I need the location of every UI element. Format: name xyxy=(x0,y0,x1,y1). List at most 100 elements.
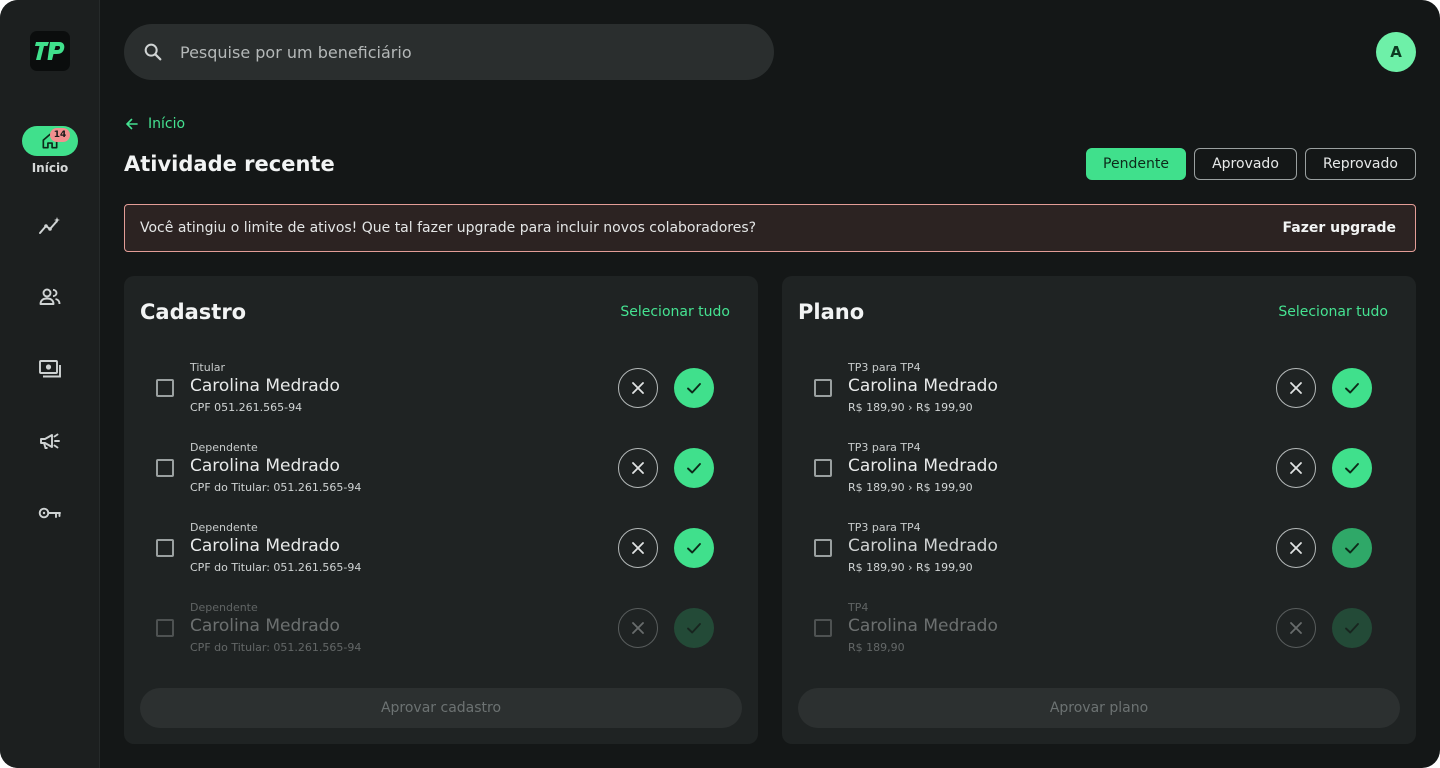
users-icon xyxy=(39,288,61,305)
upgrade-button[interactable]: Fazer upgrade xyxy=(1283,220,1397,236)
approve-button[interactable] xyxy=(1332,528,1372,568)
check-icon xyxy=(1345,463,1359,474)
row-type-label: TP3 para TP4 xyxy=(848,521,921,534)
cadastro-title: Cadastro xyxy=(140,300,247,324)
approve-button[interactable] xyxy=(674,608,714,648)
close-icon xyxy=(632,622,644,634)
payments-icon xyxy=(39,360,61,378)
sidebar-item-users[interactable] xyxy=(36,283,64,311)
sidebar-item-payments[interactable] xyxy=(36,355,64,383)
upgrade-banner: Você atingiu o limite de ativos! Que tal… xyxy=(124,204,1416,252)
row-name: Carolina Medrado xyxy=(190,616,340,636)
approve-plano-button[interactable]: Aprovar plano xyxy=(798,688,1400,728)
cadastro-select-all[interactable]: Selecionar tudo xyxy=(620,304,730,320)
approve-button[interactable] xyxy=(674,368,714,408)
plano-card: Plano Selecionar tudo TP3 para TP4 Carol… xyxy=(782,276,1416,744)
megaphone-icon xyxy=(40,433,60,449)
filter-approved-button[interactable]: Aprovado xyxy=(1194,148,1297,180)
logo[interactable] xyxy=(30,31,70,71)
sidebar: 14 Início xyxy=(0,0,100,768)
row-checkbox[interactable] xyxy=(156,379,174,397)
avatar[interactable]: A xyxy=(1376,32,1416,72)
plano-row: TP3 para TP4 Carolina Medrado R$ 189,90 … xyxy=(782,355,1416,435)
close-icon xyxy=(632,462,644,474)
row-checkbox[interactable] xyxy=(814,379,832,397)
notification-badge: 14 xyxy=(50,128,70,142)
row-type-label: Dependente xyxy=(190,521,258,534)
close-icon xyxy=(1290,542,1302,554)
arrow-left-icon xyxy=(126,118,138,130)
approve-button[interactable] xyxy=(1332,608,1372,648)
row-detail: CPF do Titular: 051.261.565-94 xyxy=(190,641,362,654)
plano-title: Plano xyxy=(798,300,865,324)
row-name: Carolina Medrado xyxy=(848,376,998,396)
plano-row: TP4 Carolina Medrado R$ 189,90 xyxy=(782,595,1416,675)
search-input[interactable] xyxy=(180,32,740,72)
sidebar-item-access[interactable] xyxy=(36,499,64,527)
breadcrumb-label: Início xyxy=(148,116,186,132)
search-bar[interactable] xyxy=(124,24,774,80)
row-type-label: TP4 xyxy=(848,601,869,614)
close-icon xyxy=(632,382,644,394)
check-icon xyxy=(687,383,701,394)
banner-message: Você atingiu o limite de ativos! Que tal… xyxy=(140,220,757,236)
check-icon xyxy=(1345,383,1359,394)
close-icon xyxy=(1290,622,1302,634)
approve-cadastro-button[interactable]: Aprovar cadastro xyxy=(140,688,742,728)
row-checkbox[interactable] xyxy=(156,619,174,637)
search-icon xyxy=(144,43,162,61)
close-icon xyxy=(1290,462,1302,474)
row-checkbox[interactable] xyxy=(156,539,174,557)
row-name: Carolina Medrado xyxy=(848,536,998,556)
row-type-label: TP3 para TP4 xyxy=(848,441,921,454)
reject-button[interactable] xyxy=(618,528,658,568)
row-type-label: Dependente xyxy=(190,441,258,454)
analytics-icon xyxy=(39,217,60,234)
row-detail: R$ 189,90 › R$ 199,90 xyxy=(848,401,973,414)
page-title: Atividade recente xyxy=(124,152,335,176)
filter-rejected-button[interactable]: Reprovado xyxy=(1305,148,1416,180)
row-name: Carolina Medrado xyxy=(190,536,340,556)
check-icon xyxy=(1345,623,1359,634)
reject-button[interactable] xyxy=(1276,368,1316,408)
filter-pending-button[interactable]: Pendente xyxy=(1086,148,1186,180)
sidebar-item-campaigns[interactable] xyxy=(36,427,64,455)
close-icon xyxy=(1290,382,1302,394)
approve-button[interactable] xyxy=(1332,368,1372,408)
plano-select-all[interactable]: Selecionar tudo xyxy=(1278,304,1388,320)
check-icon xyxy=(1345,543,1359,554)
row-name: Carolina Medrado xyxy=(190,456,340,476)
cadastro-row: Titular Carolina Medrado CPF 051.261.565… xyxy=(124,355,758,435)
cadastro-row: Dependente Carolina Medrado CPF do Titul… xyxy=(124,515,758,595)
approve-button[interactable] xyxy=(674,448,714,488)
approve-button[interactable] xyxy=(674,528,714,568)
sidebar-item-analytics[interactable] xyxy=(36,212,64,240)
reject-button[interactable] xyxy=(1276,528,1316,568)
row-checkbox[interactable] xyxy=(814,619,832,637)
breadcrumb[interactable]: Início xyxy=(124,115,185,133)
row-name: Carolina Medrado xyxy=(848,456,998,476)
row-checkbox[interactable] xyxy=(814,459,832,477)
row-checkbox[interactable] xyxy=(156,459,174,477)
logo-mark xyxy=(35,42,65,60)
plano-row: TP3 para TP4 Carolina Medrado R$ 189,90 … xyxy=(782,435,1416,515)
sidebar-item-home-label: Início xyxy=(31,161,69,175)
row-detail: R$ 189,90 xyxy=(848,641,905,654)
reject-button[interactable] xyxy=(1276,448,1316,488)
reject-button[interactable] xyxy=(618,608,658,648)
row-name: Carolina Medrado xyxy=(190,376,340,396)
reject-button[interactable] xyxy=(618,448,658,488)
approve-button[interactable] xyxy=(1332,448,1372,488)
row-detail: CPF do Titular: 051.261.565-94 xyxy=(190,481,362,494)
row-name: Carolina Medrado xyxy=(848,616,998,636)
reject-button[interactable] xyxy=(618,368,658,408)
row-type-label: TP3 para TP4 xyxy=(848,361,921,374)
reject-button[interactable] xyxy=(1276,608,1316,648)
row-type-label: Dependente xyxy=(190,601,258,614)
row-detail: CPF 051.261.565-94 xyxy=(190,401,303,414)
row-detail: R$ 189,90 › R$ 199,90 xyxy=(848,561,973,574)
cadastro-card: Cadastro Selecionar tudo Titular Carolin… xyxy=(124,276,758,744)
row-checkbox[interactable] xyxy=(814,539,832,557)
cadastro-row: Dependente Carolina Medrado CPF do Titul… xyxy=(124,595,758,675)
close-icon xyxy=(632,542,644,554)
